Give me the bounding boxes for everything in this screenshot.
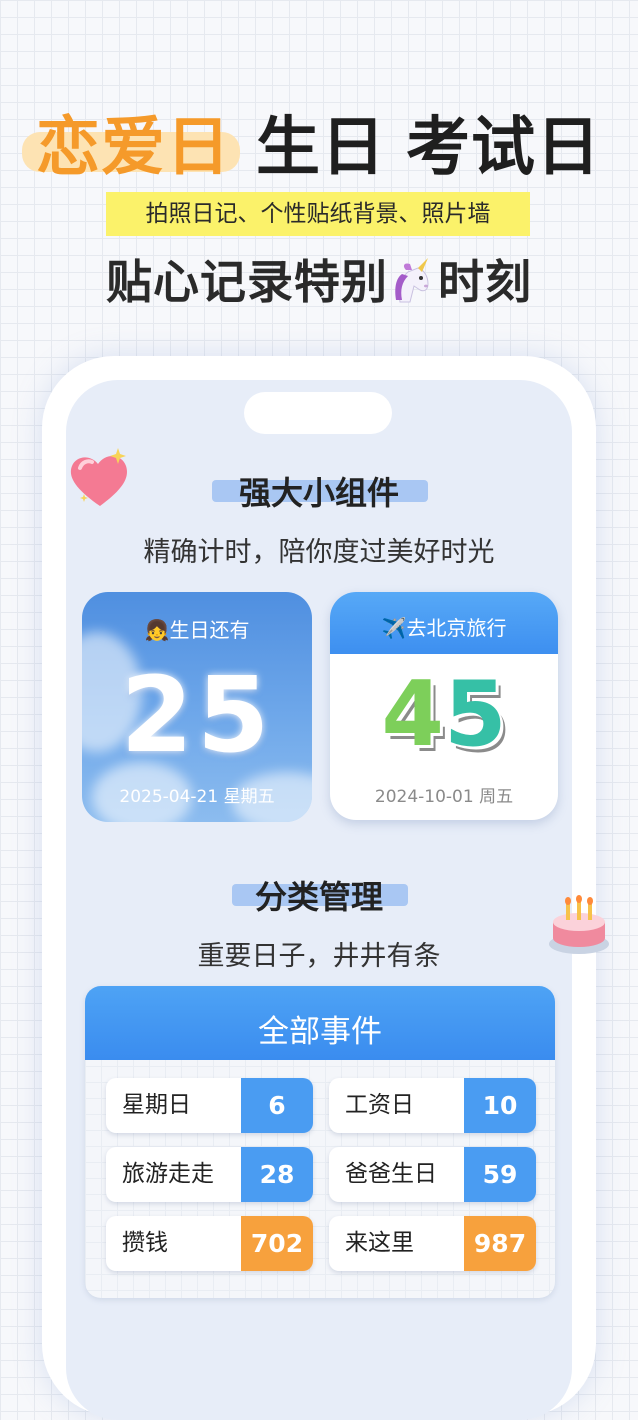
category-item[interactable]: 星期日 6 (106, 1078, 313, 1133)
category-count: 10 (464, 1078, 536, 1133)
category-name: 爸爸生日 (345, 1161, 437, 1187)
headline-love-day: 恋爱日 (36, 111, 231, 185)
headline: 恋爱日 生日 考试日 (0, 96, 638, 185)
tagline: 拍照日记、个性贴纸背景、照片墙 (145, 201, 491, 227)
category-count: 28 (241, 1147, 313, 1202)
category-section-title: 分类管理 (254, 878, 383, 916)
trip-widget-label: ✈️去北京旅行 (381, 616, 507, 640)
category-item[interactable]: 来这里 987 (329, 1216, 536, 1271)
category-name: 旅游走走 (122, 1161, 214, 1187)
trip-countdown-widget[interactable]: ✈️去北京旅行 45 2024-10-01 周五 (330, 592, 558, 820)
category-item[interactable]: 旅游走走 28 (106, 1147, 313, 1202)
category-item[interactable]: 爸爸生日 59 (329, 1147, 536, 1202)
category-name: 攒钱 (122, 1230, 168, 1256)
category-count: 59 (464, 1147, 536, 1202)
category-item[interactable]: 工资日 10 (329, 1078, 536, 1133)
widgets-section-subtitle: 精确计时，陪你度过美好时光 (143, 537, 495, 568)
category-item[interactable]: 攒钱 702 (106, 1216, 313, 1271)
birthday-widget-label: 👧生日还有 (144, 618, 250, 642)
category-name: 来这里 (345, 1230, 414, 1256)
birthday-days-count: 25 (120, 654, 274, 776)
category-count: 6 (241, 1078, 313, 1133)
headline-exam-day: 考试日 (406, 111, 601, 185)
all-events-panel: 全部事件 星期日 6 工资日 10 旅游走走 28 爸爸生日 59 攒钱 702… (85, 986, 555, 1298)
trip-digit-1: 4 (381, 662, 444, 767)
subtitle-before: 贴心记录特别 (106, 255, 388, 309)
birthday-countdown-widget[interactable]: 👧生日还有 25 2025-04-21 星期五 (82, 592, 312, 822)
category-count: 987 (464, 1216, 536, 1271)
subtitle: 贴心记录特别 时刻 (0, 246, 638, 312)
trip-digit-2: 5 (444, 662, 507, 767)
trip-days-count: 45 (330, 662, 558, 767)
birthday-cake-icon (549, 895, 609, 954)
headline-birthday: 生日 (256, 111, 386, 185)
category-section-subtitle: 重要日子，井井有条 (197, 941, 441, 972)
phone-notch (244, 392, 392, 434)
birthday-date: 2025-04-21 星期五 (119, 787, 275, 807)
category-name: 星期日 (122, 1092, 191, 1118)
all-events-title: 全部事件 (258, 1014, 382, 1050)
trip-date: 2024-10-01 周五 (374, 787, 514, 807)
category-count: 702 (241, 1216, 313, 1271)
subtitle-after: 时刻 (438, 255, 532, 309)
category-name: 工资日 (345, 1092, 414, 1118)
unicorn-icon (395, 258, 429, 303)
widgets-section-title: 强大小组件 (238, 474, 399, 512)
